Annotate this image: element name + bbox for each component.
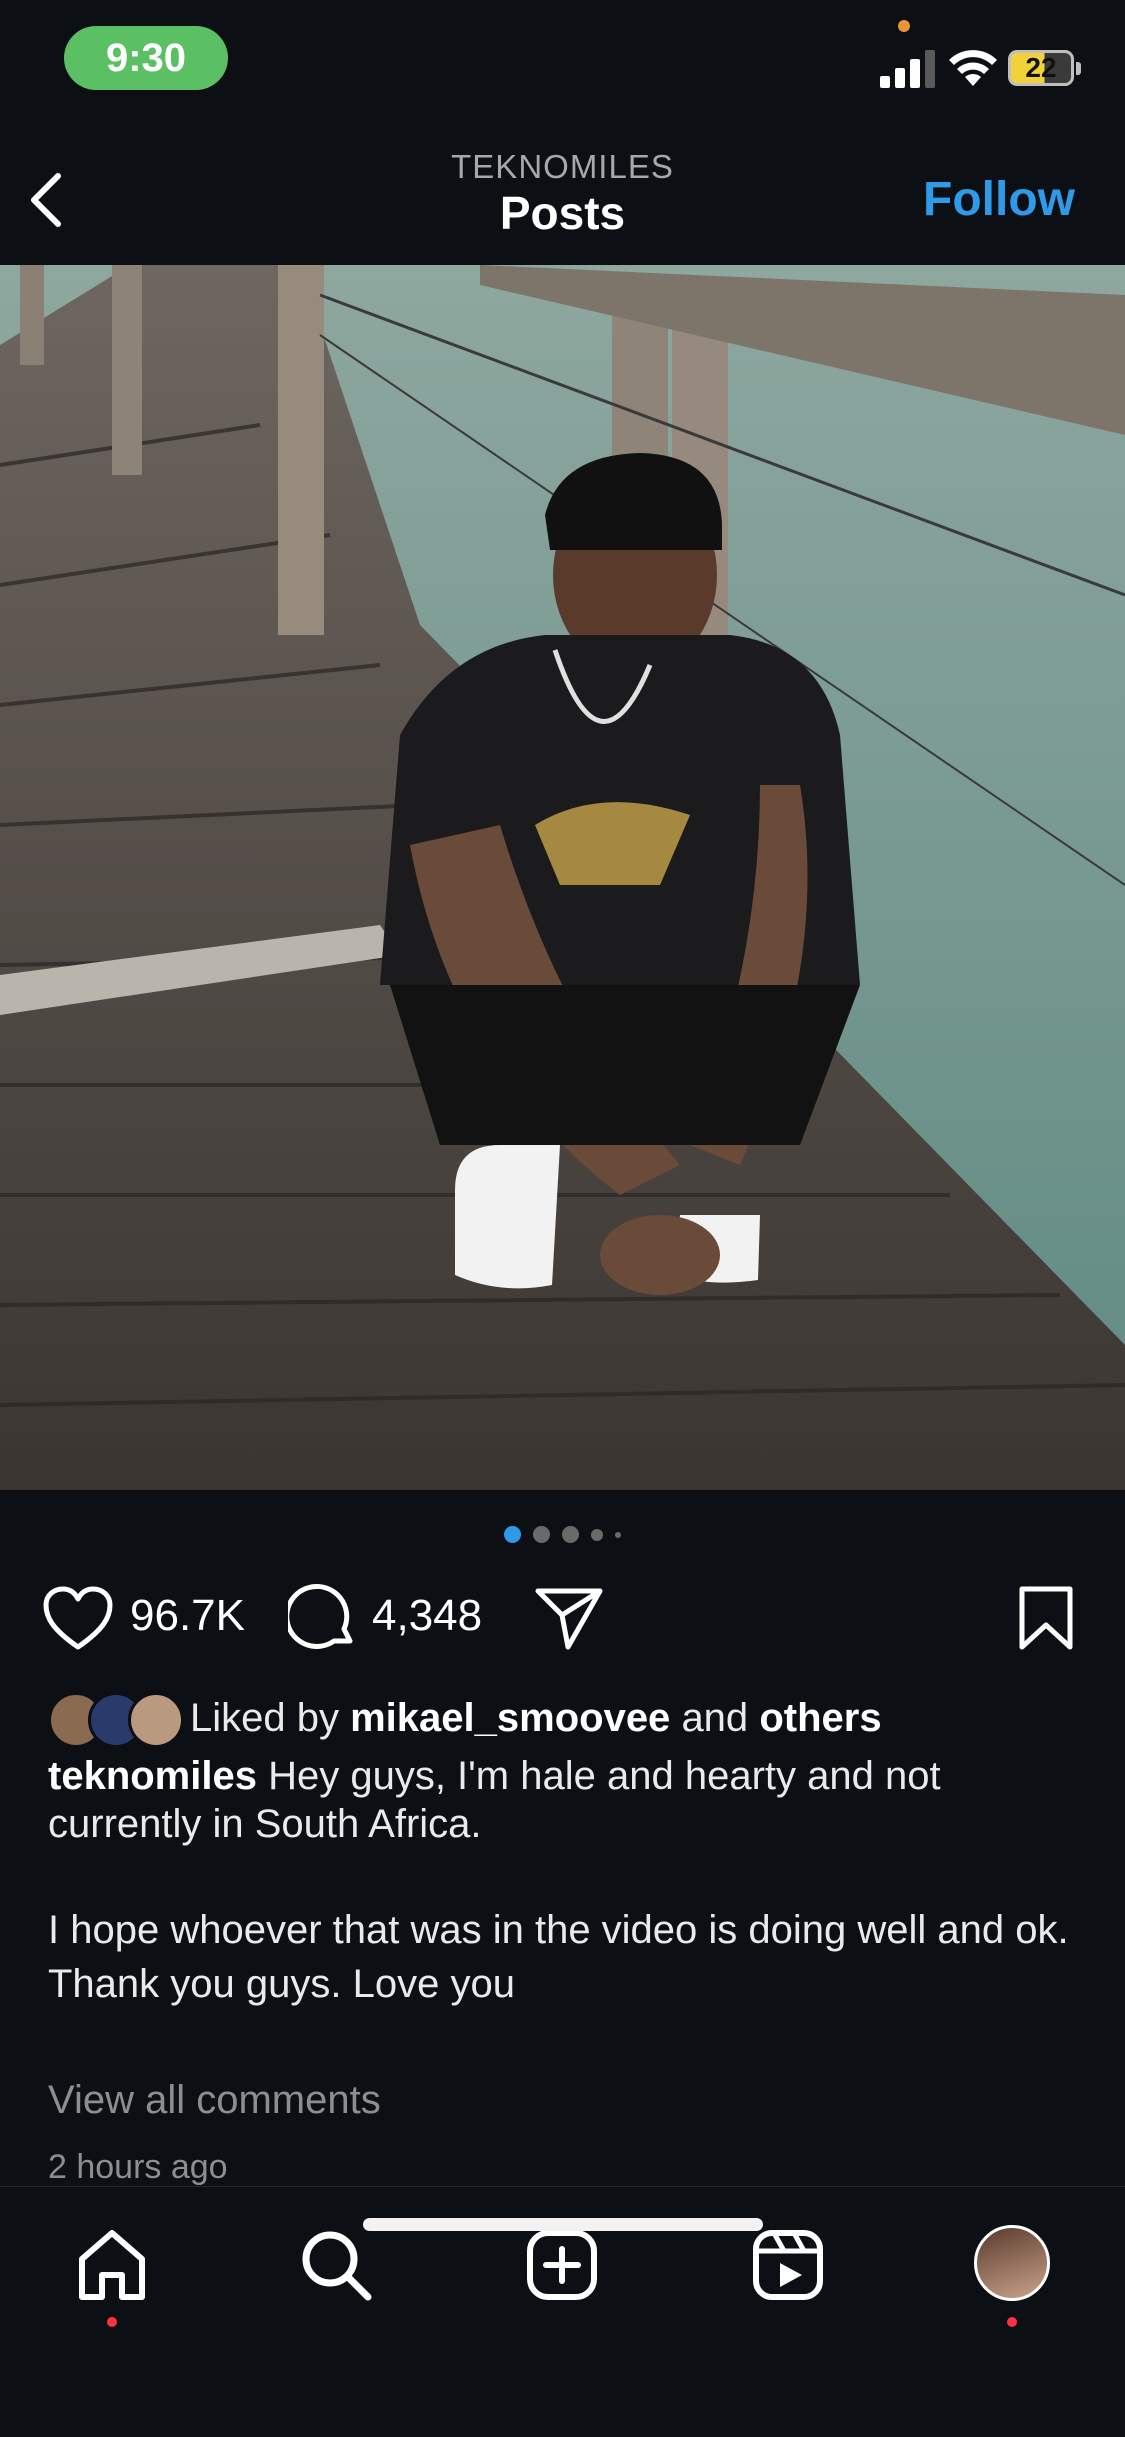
likes-count[interactable]: 96.7K xyxy=(130,1591,245,1641)
heart-icon[interactable] xyxy=(42,1585,114,1651)
carousel-dot xyxy=(591,1528,603,1541)
battery-nub xyxy=(1076,62,1081,75)
home-indicator[interactable] xyxy=(363,2218,763,2231)
search-icon[interactable] xyxy=(296,2225,376,2305)
post-caption: teknomiles Hey guys, I'm hale and hearty… xyxy=(48,1752,1078,2008)
carousel-indicator xyxy=(0,1526,1125,1543)
battery-icon: 22 xyxy=(1008,50,1074,86)
carousel-dot xyxy=(533,1526,550,1543)
follow-button[interactable]: Follow xyxy=(923,172,1075,227)
bookmark-icon[interactable] xyxy=(1016,1585,1076,1651)
liked-by-user[interactable]: mikael_smoovee xyxy=(350,1696,670,1740)
comments-count[interactable]: 4,348 xyxy=(372,1591,482,1641)
post-photo[interactable] xyxy=(0,265,1125,1490)
liked-by-text: Liked by mikael_smoovee and others xyxy=(190,1696,882,1741)
caption-line-3: Thank you guys. Love you xyxy=(48,1962,515,2006)
home-icon[interactable] xyxy=(72,2225,152,2305)
post-actions: 96.7K 4,348 xyxy=(0,1575,1125,1655)
carousel-dot xyxy=(562,1526,579,1543)
status-time: 9:30 xyxy=(64,26,228,90)
liked-by-prefix: Liked by xyxy=(190,1695,339,1740)
post-timestamp: 2 hours ago xyxy=(48,2148,228,2186)
nav-header: TEKNOMILES Posts Follow xyxy=(0,130,1125,265)
caption-username[interactable]: teknomiles xyxy=(48,1754,257,1798)
liked-by-connector: and xyxy=(681,1695,749,1740)
camera-indicator xyxy=(898,20,910,32)
status-bar: 9:30 22 xyxy=(0,0,1125,130)
battery-level: 22 xyxy=(1025,52,1057,83)
share-icon[interactable] xyxy=(534,1585,604,1651)
profile-avatar[interactable] xyxy=(974,2225,1050,2301)
cellular-signal-icon xyxy=(880,50,935,88)
caption-line-2: I hope whoever that was in the video is … xyxy=(48,1908,1069,1952)
wifi-icon xyxy=(949,50,997,86)
carousel-dot xyxy=(615,1531,621,1538)
comment-icon[interactable] xyxy=(288,1583,358,1653)
create-icon[interactable] xyxy=(522,2225,602,2305)
reels-icon[interactable] xyxy=(748,2225,828,2305)
view-all-comments-link[interactable]: View all comments xyxy=(48,2078,381,2123)
profile-notification-dot xyxy=(1007,2317,1017,2327)
carousel-dot-active xyxy=(504,1526,521,1543)
liked-by-row[interactable]: Liked by mikael_smoovee and others xyxy=(48,1690,882,1748)
liker-avatar xyxy=(128,1692,184,1748)
liker-avatars xyxy=(48,1690,188,1748)
post-image xyxy=(0,265,1125,1490)
home-notification-dot xyxy=(107,2317,117,2327)
liked-by-others[interactable]: others xyxy=(759,1696,881,1740)
